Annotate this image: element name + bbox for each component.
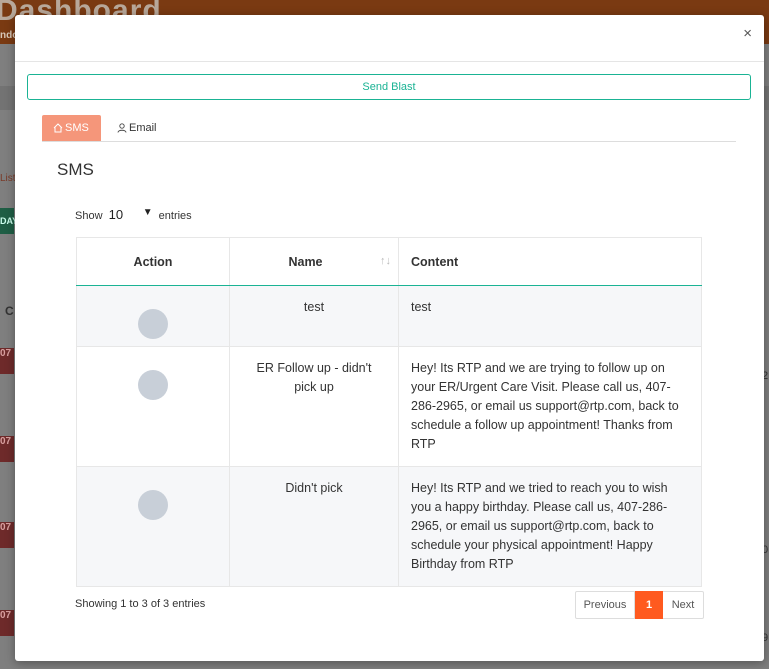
entries-select-value: 10 [108,207,124,222]
background-link: List [0,173,16,184]
name-cell: Didn't pick [229,466,399,587]
action-cell [76,285,230,347]
section-title: SMS [57,160,94,179]
action-button[interactable] [138,490,168,520]
column-header-name[interactable]: Name ↑↓ [229,237,399,286]
sort-icon: ↑↓ [380,254,391,267]
background-date-badge: 07 [0,522,14,548]
entries-label: entries [158,210,192,222]
pagination: Previous 1 Next [575,591,704,619]
close-button[interactable]: × [743,26,752,41]
show-label: Show [75,210,103,222]
column-header-content: Content [398,237,702,286]
sms-modal: × Send Blast SMS Email SMS Show 10 ▼ entr… [15,15,764,661]
content-cell: Hey! Its RTP and we are trying to follow… [398,346,702,467]
home-icon [53,122,65,134]
content-cell: Hey! Its RTP and we tried to reach you t… [398,466,702,587]
chevron-down-icon: ▼ [142,207,153,218]
next-button[interactable]: Next [663,591,704,619]
name-cell: ER Follow up - didn't pick up [229,346,399,467]
tab-email-label: Email [129,122,157,134]
tab-sms-label: SMS [65,122,89,134]
previous-button[interactable]: Previous [575,591,635,619]
send-blast-button[interactable]: Send Blast [27,74,751,100]
background-date-badge: 07 [0,610,14,636]
background-column-header: C [5,304,14,318]
tab-email[interactable]: Email [106,115,167,141]
action-cell [76,466,230,587]
content-cell: test [398,285,702,347]
table-row: ER Follow up - didn't pick up Hey! Its R… [76,346,702,467]
entries-select[interactable]: 10 ▼ [109,207,153,222]
table-info: Showing 1 to 3 of 3 entries [75,598,206,610]
name-cell: test [229,285,399,347]
action-button[interactable] [138,309,168,339]
page-1-button[interactable]: 1 [635,591,663,619]
background-date-badge: 07 [0,348,14,374]
table-row: Didn't pick Hey! Its RTP and we tried to… [76,466,702,587]
tab-sms[interactable]: SMS [42,115,101,141]
column-header-action: Action [76,237,230,286]
action-button[interactable] [138,370,168,400]
table-row: test test [76,285,702,347]
column-header-name-label: Name [288,254,323,269]
length-control: Show 10 ▼ entries [75,207,192,222]
background-date-badge: 07 [0,436,14,462]
background-day-badge: DAY [0,208,18,234]
user-icon [117,122,129,134]
tab-bar: SMS Email [42,115,736,142]
action-cell [76,346,230,467]
modal-header: × [15,15,764,62]
sms-table: Action Name ↑↓ Content test test ER Follo… [76,237,702,587]
